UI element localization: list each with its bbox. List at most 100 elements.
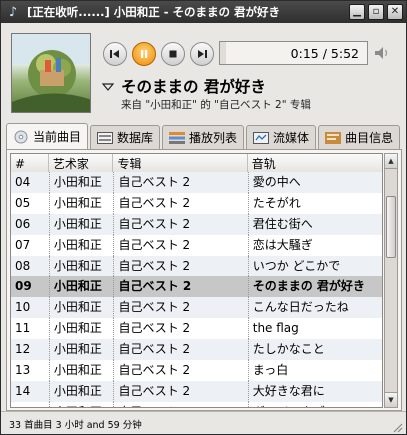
now-playing-subtitle: 来自 "小田和正" 的 "自己ベスト 2" 专辑 (121, 99, 311, 111)
seek-bar[interactable]: 0:15 / 5:52 (219, 41, 368, 65)
album-cell: 自己ベスト 2 (113, 339, 247, 361)
close-icon: ✕ (390, 6, 400, 17)
playlist-icon (169, 131, 186, 145)
artist-cell: 小田和正 (48, 318, 114, 340)
tab-track-info[interactable]: 曲目信息 (318, 125, 401, 149)
column-header-album[interactable]: 专辑 (113, 154, 248, 174)
stream-icon (253, 131, 270, 145)
album-cover-illustration (12, 34, 90, 112)
scroll-down-icon[interactable]: ▼ (385, 392, 397, 407)
previous-button[interactable] (103, 42, 127, 66)
previous-icon (110, 50, 119, 58)
tab-label: 流媒体 (273, 131, 310, 145)
vertical-scrollbar[interactable]: ▲ ▼ (384, 153, 398, 408)
status-text: 33 首曲目 3 小时 and 59 分钟 (9, 420, 142, 431)
album-cell: 自己ベスト 2 (113, 318, 247, 340)
track-title-cell: ダイジョウブ (247, 401, 382, 407)
expand-arrow-icon[interactable] (101, 81, 115, 93)
pause-icon (141, 50, 148, 58)
track-title-cell: たしかなこと (247, 339, 382, 361)
table-row[interactable]: 13 小田和正 自己ベスト 2 まっ白 (11, 360, 382, 381)
tab-playlists[interactable]: 播放列表 (162, 125, 245, 149)
artist-cell: 小田和正 (48, 339, 114, 361)
tab-label: 当前曲目 (33, 130, 82, 144)
table-row[interactable]: 09 小田和正 自己ベスト 2 そのままの 君が好き (11, 276, 382, 298)
scrollbar-thumb[interactable] (386, 196, 396, 258)
album-cover-image[interactable] (11, 33, 91, 113)
album-cell: 自己ベスト 2 (113, 192, 247, 214)
title-bar[interactable]: ♪ [正在收听......] 小田和正 - そのままの 君が好き ▁ ▫ ✕ (1, 1, 406, 23)
table-row[interactable]: 08 小田和正 自己ベスト 2 いつか どこかで (11, 255, 382, 277)
next-button[interactable] (190, 42, 214, 66)
track-title-cell: こんな日だったね (247, 297, 382, 319)
minimize-button[interactable]: ▁ (349, 4, 365, 20)
pause-button[interactable] (132, 42, 156, 66)
column-header-number[interactable]: # (11, 154, 49, 174)
info-icon (325, 131, 342, 145)
album-cell: 自己ベスト 2 (113, 276, 247, 298)
tab-database[interactable]: 数据库 (90, 125, 161, 149)
album-cell: 自己ベスト 2 (113, 380, 247, 402)
artist-cell: 小田和正 (48, 213, 114, 235)
artist-cell: 小田和正 (48, 192, 114, 214)
track-title-cell: たそがれ (247, 192, 382, 214)
track-number-cell: 10 (15, 300, 31, 315)
album-cell: 自己ベスト 2 (113, 401, 247, 407)
elapsed-time: 0:15 (290, 46, 319, 61)
column-header-track[interactable]: 音轨 (248, 154, 382, 174)
tab-label: 曲目信息 (345, 131, 394, 145)
artist-cell: 小田和正 (48, 380, 114, 402)
artist-cell: 小田和正 (48, 172, 114, 193)
track-number-cell: 14 (15, 383, 31, 398)
track-table[interactable]: # 艺术家 专辑 音轨 04 小田和正 自己ベスト 2 愛の中へ 05 小田和正 自己ベスト… (10, 153, 383, 408)
stop-button[interactable] (161, 42, 185, 66)
album-cell: 自己ベスト 2 (113, 213, 247, 235)
table-row[interactable]: 11 小田和正 自己ベスト 2 the flag (11, 318, 382, 340)
track-title-cell: まっ白 (247, 360, 382, 381)
table-row[interactable]: 10 小田和正 自己ベスト 2 こんな日だったね (11, 297, 382, 319)
music-note-icon: ♪ (8, 4, 18, 20)
track-number-cell: 13 (15, 363, 31, 378)
track-title-cell: the flag (247, 318, 382, 340)
maximize-icon: ▫ (372, 6, 380, 17)
album-cell: 自己ベスト 2 (113, 172, 247, 193)
seek-bar-fill (220, 42, 227, 64)
album-cell: 自己ベスト 2 (113, 360, 247, 381)
player-header: 0:15 / 5:52 そのままの 君が好き 来自 "小田和正" 的 "自己ベス… (1, 23, 406, 123)
table-row[interactable]: 05 小田和正 自己ベスト 2 たそがれ (11, 192, 382, 214)
table-row[interactable]: 07 小田和正 自己ベスト 2 恋は大騒ぎ (11, 234, 382, 256)
track-number-cell: 07 (15, 237, 31, 252)
track-number-cell: 06 (15, 216, 31, 231)
artist-cell: 小田和正 (48, 234, 114, 256)
artist-cell: 小田和正 (48, 401, 114, 407)
track-number-cell: 09 (15, 279, 32, 294)
table-row[interactable]: 14 小田和正 自己ベスト 2 大好きな君に (11, 380, 382, 402)
now-playing-title: そのままの 君が好き (121, 78, 266, 96)
artist-cell: 小田和正 (48, 255, 114, 277)
close-button[interactable]: ✕ (387, 4, 403, 20)
table-row[interactable]: 15小田和正自己ベスト 2ダイジョウブ (11, 401, 382, 407)
table-body: 04 小田和正 自己ベスト 2 愛の中へ 05 小田和正 自己ベスト 2 たそがれ 06 小田和正… (11, 172, 382, 407)
scroll-up-icon[interactable]: ▲ (385, 154, 397, 169)
tab-streams[interactable]: 流媒体 (246, 125, 317, 149)
resize-grip-icon[interactable] (391, 421, 403, 433)
table-row[interactable]: 04 小田和正 自己ベスト 2 愛の中へ (11, 172, 382, 193)
total-time: 5:52 (330, 46, 359, 61)
maximize-button[interactable]: ▫ (368, 4, 384, 20)
stop-icon (169, 50, 177, 58)
artist-cell: 小田和正 (48, 276, 114, 298)
volume-icon[interactable] (373, 44, 391, 62)
column-header-artist[interactable]: 艺术家 (49, 154, 114, 174)
track-title-cell: 愛の中へ (247, 172, 382, 193)
tab-label: 播放列表 (189, 131, 238, 145)
tab-current-tracks[interactable]: 当前曲目 (6, 123, 89, 149)
track-number-cell: 04 (15, 175, 31, 189)
time-display: 0:15 / 5:52 (291, 46, 359, 61)
database-icon (97, 131, 114, 145)
album-cell: 自己ベスト 2 (113, 255, 247, 277)
track-number-cell: 08 (15, 258, 31, 273)
table-row[interactable]: 06 小田和正 自己ベスト 2 君住む街へ (11, 213, 382, 235)
table-row[interactable]: 12 小田和正 自己ベスト 2 たしかなこと (11, 339, 382, 361)
next-icon (198, 50, 207, 58)
artist-cell: 小田和正 (48, 297, 114, 319)
